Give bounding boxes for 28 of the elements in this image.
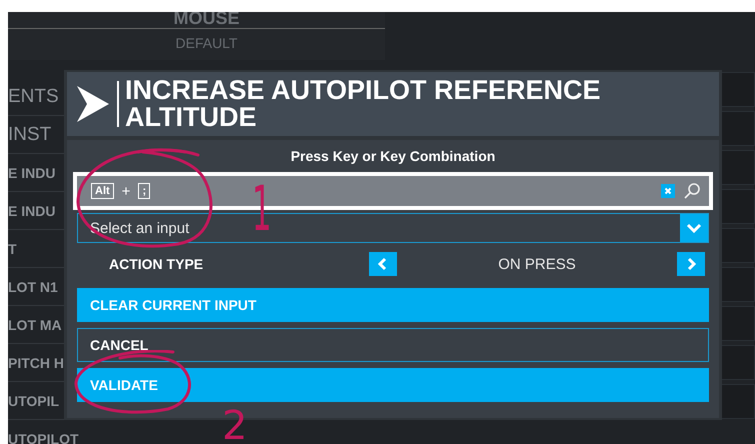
list-item[interactable]: ENTS xyxy=(8,86,59,108)
action-type-label: ACTION TYPE xyxy=(109,256,204,272)
dialog-title: INCREASE AUTOPILOT REFERENCE ALTITUDE xyxy=(125,77,602,131)
list-item[interactable]: INST xyxy=(8,124,52,146)
key-cap: ; xyxy=(138,183,150,199)
header-subtitle: DEFAULT xyxy=(176,35,238,51)
left-arrow-button[interactable] xyxy=(369,252,397,276)
clear-icon[interactable] xyxy=(661,184,675,198)
list-item[interactable]: UTOPILOT xyxy=(8,430,79,444)
chevron-icon xyxy=(75,84,111,124)
search-icon[interactable] xyxy=(683,182,701,200)
chevron-down-icon[interactable] xyxy=(680,214,708,242)
right-arrow-button[interactable] xyxy=(677,252,705,276)
dialog-button[interactable]: VALIDATE xyxy=(77,368,709,402)
key-cap: Alt xyxy=(91,183,114,199)
dialog-button[interactable]: CANCEL xyxy=(77,328,709,362)
plus-sign: + xyxy=(122,182,130,200)
list-item[interactable]: T xyxy=(8,240,17,256)
action-type-value: ON PRESS xyxy=(497,256,577,272)
annotation-number: 2 xyxy=(222,409,248,443)
list-item[interactable]: E INDU xyxy=(8,202,56,218)
list-item[interactable]: LOT N1 xyxy=(8,278,58,294)
dialog-button[interactable]: CLEAR CURRENT INPUT xyxy=(77,288,709,322)
list-item[interactable]: PITCH H xyxy=(8,354,64,370)
prompt-text: Press Key or Key Combination xyxy=(290,148,496,164)
list-item[interactable]: E INDU xyxy=(8,164,56,180)
list-item[interactable]: LOT MA xyxy=(8,316,62,332)
list-item[interactable]: UTOPIL xyxy=(8,392,60,408)
